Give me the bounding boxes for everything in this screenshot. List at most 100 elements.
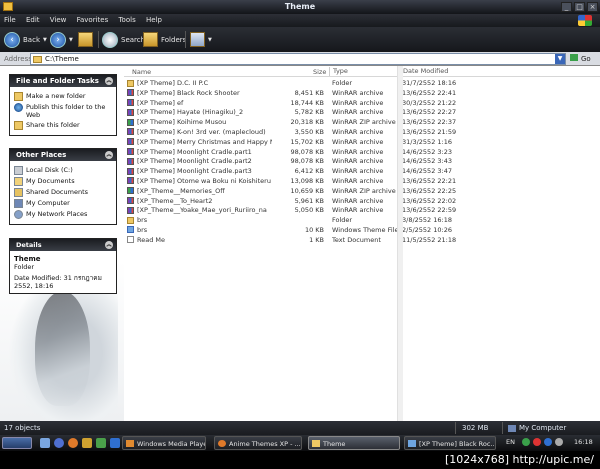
place-my-network-places[interactable]: My Network Places (14, 210, 112, 219)
quicklaunch-firefox-icon[interactable] (68, 438, 78, 448)
file-row[interactable]: [XP Theme] Merry Christmas and Happy New… (124, 137, 600, 147)
file-row[interactable]: [XP Theme] Hayate (Hinagiku)_2 5,782 KB Wi… (124, 107, 600, 117)
up-folder-icon (78, 32, 93, 47)
menu-favorites[interactable]: Favorites (73, 14, 113, 26)
file-row[interactable]: Read Me 1 KB Text Document 11/5/2552 21:18 (124, 235, 600, 245)
file-type: WinRAR archive (332, 157, 384, 166)
menu-tools[interactable]: Tools (114, 14, 139, 26)
folders-icon (143, 32, 158, 47)
task-make-new-folder[interactable]: Make a new folder (14, 92, 112, 101)
panel-header[interactable]: Other Places ︽ (10, 149, 116, 161)
quicklaunch-browser-icon[interactable] (54, 438, 64, 448)
place-my-documents[interactable]: My Documents (14, 177, 112, 186)
status-divider (455, 422, 456, 434)
file-date: 13/6/2552 22:02 (402, 196, 457, 205)
folders-button[interactable]: Folders (143, 30, 186, 49)
search-label: Search (121, 35, 146, 44)
language-indicator[interactable]: EN (506, 438, 515, 446)
task-anime-themes[interactable]: Anime Themes XP - ... (214, 436, 302, 450)
panel-header[interactable]: Details ︽ (10, 239, 116, 251)
close-button[interactable]: × (587, 2, 598, 12)
tray-network-icon[interactable] (544, 438, 552, 446)
toolbar-divider (98, 31, 99, 48)
collapse-icon[interactable]: ︽ (105, 151, 113, 159)
file-row[interactable]: [XP_Theme__To_Heart2 5,961 KB WinRAR archi… (124, 196, 600, 206)
menu-view[interactable]: View (46, 14, 71, 26)
views-button[interactable]: ▼ (190, 30, 212, 49)
file-row[interactable]: [XP Theme] ef 18,744 KB WinRAR archive 30/3… (124, 98, 600, 108)
file-row[interactable]: [XP Theme] Moonlight Cradle.part3 6,412 K… (124, 166, 600, 176)
collapse-icon[interactable]: ︽ (105, 77, 113, 85)
column-date-modified[interactable]: Date Modified (399, 67, 448, 76)
search-button[interactable]: Search (102, 30, 145, 49)
minimize-button[interactable]: _ (561, 2, 572, 12)
file-name-cell: [XP Theme] Otome wa Boku ni Koishiteru (… (127, 177, 272, 185)
file-size: 1 KB (309, 235, 324, 244)
chevron-down-icon: ▼ (43, 36, 47, 43)
theme-file-icon (127, 226, 134, 234)
quicklaunch-app-icon[interactable] (96, 438, 106, 448)
rar-file-icon (127, 197, 134, 205)
file-name-cell: [XP_Theme__To_Heart2 (127, 197, 272, 205)
quicklaunch-media-icon[interactable] (110, 438, 120, 448)
quicklaunch-desktop-icon[interactable] (40, 438, 50, 448)
file-row[interactable]: [XP_Theme__Memories_Off 10,659 KB WinRAR Z… (124, 186, 600, 196)
file-row[interactable]: [XP_Theme__Yoake_Mae_yori_Ruriiro_na 5,05… (124, 205, 600, 215)
winrar-icon (408, 440, 416, 447)
file-row[interactable]: [XP Theme] Black Rock Shooter 8,451 KB Win… (124, 88, 600, 98)
file-row[interactable]: [XP Theme] D.C. II P.C Folder 31/7/2552 18… (124, 78, 600, 88)
file-list-pane: Name Size Type Date Modified [XP Theme] … (124, 66, 600, 421)
up-folder-button[interactable] (78, 30, 93, 49)
other-places-panel: Other Places ︽ Local Disk (C:) My Docume… (9, 148, 117, 225)
file-row[interactable]: [XP Theme] Otome wa Boku ni Koishiteru (… (124, 176, 600, 186)
menu-edit[interactable]: Edit (22, 14, 44, 26)
file-row[interactable]: [XP Theme] Moonlight Cradle.part2 98,078 … (124, 156, 600, 166)
tray-volume-icon[interactable] (555, 438, 563, 446)
start-button[interactable] (2, 437, 32, 449)
forward-button[interactable]: › ▼ (50, 30, 73, 49)
column-name[interactable]: Name (132, 68, 151, 76)
tray-app-icon[interactable] (522, 438, 530, 446)
task-publish-folder[interactable]: Publish this folder to the Web (14, 103, 112, 119)
file-row[interactable]: [XP Theme] Moonlight Cradle.part1 98,078 … (124, 147, 600, 157)
task-windows-media-player[interactable]: Windows Media Player (122, 436, 206, 450)
task-theme[interactable]: Theme (308, 436, 400, 450)
address-input[interactable]: C:\Theme ▼ (30, 53, 566, 65)
place-shared-documents[interactable]: Shared Documents (14, 188, 112, 197)
tray-antivirus-icon[interactable] (533, 438, 541, 446)
panel-header[interactable]: File and Folder Tasks ︽ (10, 75, 116, 87)
menu-file[interactable]: File (0, 14, 20, 26)
file-type: WinRAR archive (332, 127, 384, 136)
taskbar: Windows Media Player Anime Themes XP - .… (0, 435, 600, 451)
task-black-rock-shooter[interactable]: [XP Theme] Black Roc... (404, 436, 496, 450)
file-row[interactable]: brs Folder 3/8/2552 16:18 (124, 215, 600, 225)
task-share-folder[interactable]: Share this folder (14, 121, 112, 130)
folder-icon (33, 56, 42, 63)
file-size: 13,098 KB (290, 176, 324, 185)
menu-help[interactable]: Help (142, 14, 166, 26)
file-name-cell: [XP Theme] Moonlight Cradle.part2 (127, 157, 272, 165)
column-size[interactable]: Size (313, 68, 326, 76)
quicklaunch-messenger-icon[interactable] (82, 438, 92, 448)
collapse-icon[interactable]: ︽ (105, 241, 113, 249)
file-row[interactable]: [XP Theme] Koihime Musou 20,318 KB WinRAR … (124, 117, 600, 127)
file-name-cell: [XP Theme] Hayate (Hinagiku)_2 (127, 108, 272, 116)
file-row[interactable]: [XP Theme] K-on! 3rd ver. (maplecloud) 3,… (124, 127, 600, 137)
go-button[interactable]: Go (570, 54, 591, 63)
column-headers: Name Size Type Date Modified (124, 66, 600, 77)
file-name: [XP Theme] Otome wa Boku ni Koishiteru (… (137, 176, 272, 185)
column-type[interactable]: Type (329, 67, 348, 76)
clock[interactable]: 16:18 (574, 438, 593, 446)
file-type: WinRAR archive (332, 98, 384, 107)
file-date: 13/6/2552 22:41 (402, 88, 457, 97)
maximize-button[interactable]: □ (574, 2, 585, 12)
file-row[interactable]: brs 10 KB Windows Theme File 2/5/2552 10:26 (124, 225, 600, 235)
address-dropdown-button[interactable]: ▼ (555, 54, 565, 64)
rar-file-icon (127, 206, 134, 214)
file-name-cell: Read Me (127, 236, 272, 244)
title-bar: Theme _ □ × (0, 0, 600, 14)
back-button[interactable]: ‹ Back ▼ (4, 30, 47, 49)
file-date: 13/6/2552 21:59 (402, 127, 457, 136)
place-my-computer[interactable]: My Computer (14, 199, 112, 208)
place-local-disk[interactable]: Local Disk (C:) (14, 166, 112, 175)
